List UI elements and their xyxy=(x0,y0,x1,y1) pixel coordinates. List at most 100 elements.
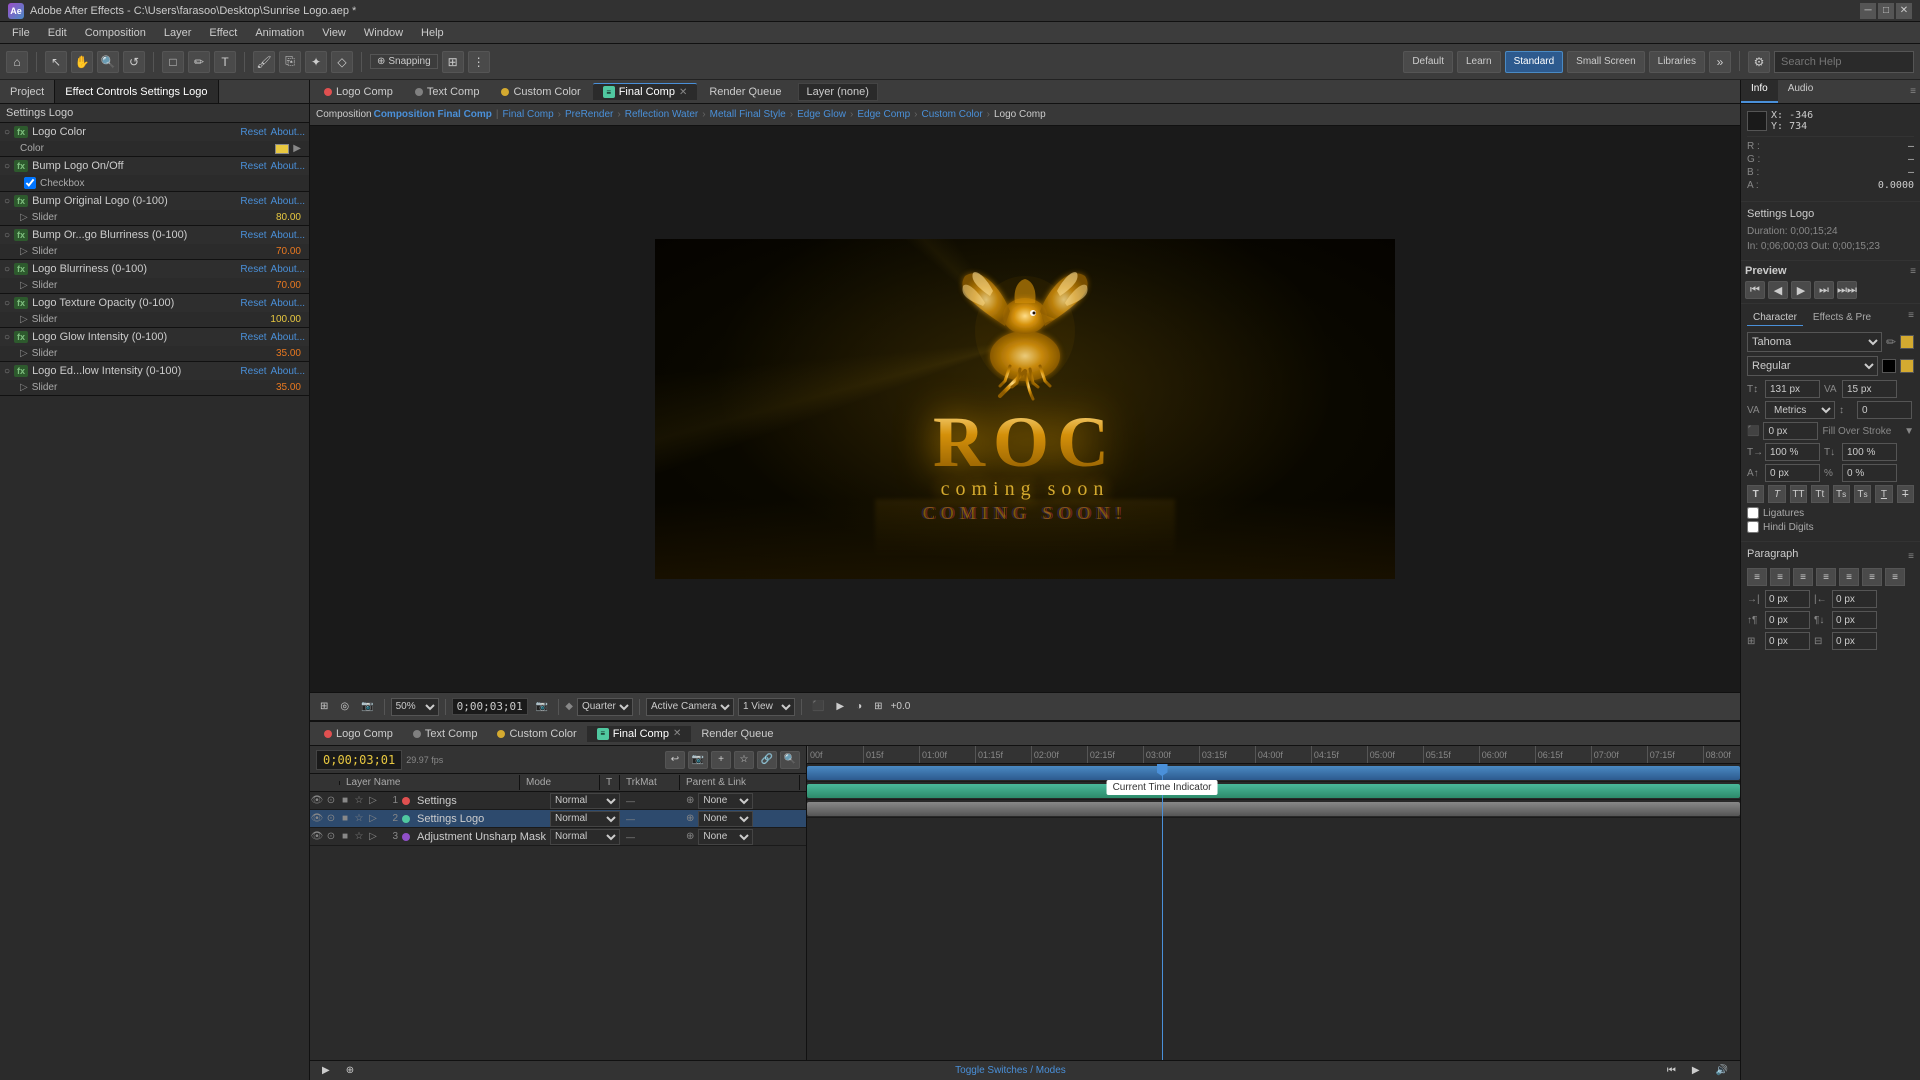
font-select[interactable]: Tahoma xyxy=(1747,332,1882,352)
pen-tool[interactable]: ✏ xyxy=(188,51,210,73)
time-indicator[interactable]: Current Time Indicator xyxy=(1162,764,1163,1060)
expand-icon[interactable]: ▷ xyxy=(20,280,28,291)
align-icon1[interactable]: ⊞ xyxy=(442,51,464,73)
indent-right-input[interactable] xyxy=(1832,590,1877,608)
effect-about-btn[interactable]: About... xyxy=(271,196,305,207)
mode-select-3[interactable]: Normal xyxy=(550,829,620,845)
breadcrumb-logo-comp[interactable]: Logo Comp xyxy=(994,109,1046,120)
comp-tool-screen[interactable]: ⊞ xyxy=(870,699,886,714)
font-edit-icon[interactable]: ✏ xyxy=(1886,335,1896,349)
effect-about-btn[interactable]: About... xyxy=(271,127,305,138)
para-align-justify-all[interactable]: ≡ xyxy=(1885,568,1905,586)
effect-vis-icon[interactable]: ○ xyxy=(4,298,10,309)
layer-lock-2[interactable]: ⊙ xyxy=(324,813,338,824)
tl-layer-1[interactable]: 👁 ⊙ ■ ☆ ▷ 1 Settings Normal xyxy=(310,792,806,810)
space-before-input[interactable] xyxy=(1765,611,1810,629)
char-tab-character[interactable]: Character xyxy=(1747,310,1803,326)
snap-input[interactable] xyxy=(1765,632,1810,650)
comp-tool-snap[interactable]: ◎ xyxy=(336,699,353,714)
char-va-input[interactable] xyxy=(1857,401,1912,419)
effect-vis-icon[interactable]: ○ xyxy=(4,196,10,207)
snapping-toggle[interactable]: ⊕ Snapping xyxy=(370,54,438,69)
workspace-small-screen[interactable]: Small Screen xyxy=(1567,51,1644,73)
effect-vis-icon[interactable]: ○ xyxy=(4,161,10,172)
layer-lock-3[interactable]: ⊙ xyxy=(324,831,338,842)
fill-input[interactable] xyxy=(1763,422,1818,440)
minimize-btn[interactable]: ─ xyxy=(1860,3,1876,19)
char-baseline-input[interactable] xyxy=(1765,464,1820,482)
para-align-justify-right[interactable]: ≡ xyxy=(1862,568,1882,586)
puppet-tool[interactable]: ✦ xyxy=(305,51,327,73)
tl-layer-2[interactable]: 👁 ⊙ ■ ☆ ▷ 2 Settings Logo Normal xyxy=(310,810,806,828)
timecode-display[interactable]: 0;00;03;01 xyxy=(452,698,528,715)
comp-tab-final[interactable]: ≡ Final Comp ✕ xyxy=(593,83,698,100)
comp-tool-alpha[interactable]: ◑ xyxy=(852,699,866,714)
effect-vis-icon[interactable]: ○ xyxy=(4,264,10,275)
parent-select-3[interactable]: None xyxy=(698,829,753,845)
effect-about-btn[interactable]: About... xyxy=(271,298,305,309)
effect-reset-btn[interactable]: Reset xyxy=(240,298,266,309)
char-tsume-input[interactable] xyxy=(1842,464,1897,482)
fmt-btn-caps-small[interactable]: Tt xyxy=(1811,485,1828,503)
para-menu-icon[interactable]: ≡ xyxy=(1908,551,1914,562)
preview-first-btn[interactable]: ⏮ xyxy=(1745,281,1765,299)
effect-reset-btn[interactable]: Reset xyxy=(240,366,266,377)
shape-tool[interactable]: ◇ xyxy=(331,51,353,73)
mode-select-1[interactable]: Normal xyxy=(550,793,620,809)
bump-checkbox[interactable] xyxy=(24,177,36,189)
rect-tool[interactable]: □ xyxy=(162,51,184,73)
breadcrumb-final-comp[interactable]: Final Comp xyxy=(503,109,554,120)
fmt-btn-sub[interactable]: Ts xyxy=(1854,485,1871,503)
menu-effect[interactable]: Effect xyxy=(201,25,245,41)
preview-back-btn[interactable]: ◀ xyxy=(1768,281,1788,299)
menu-file[interactable]: File xyxy=(4,25,38,41)
maximize-btn[interactable]: □ xyxy=(1878,3,1894,19)
comp-tool-save-frame[interactable]: 📷 xyxy=(357,699,377,714)
home-tool[interactable]: ⌂ xyxy=(6,51,28,73)
tl-status-icon2[interactable]: ⊕ xyxy=(342,1063,358,1078)
effect-about-btn[interactable]: About... xyxy=(271,332,305,343)
breadcrumb-edge-glow[interactable]: Edge Glow xyxy=(797,109,846,120)
expand-icon[interactable]: ▷ xyxy=(20,314,28,325)
tl-status-icon1[interactable]: ▶ xyxy=(318,1063,334,1078)
arrow-tool[interactable]: ↖ xyxy=(45,51,67,73)
menu-edit[interactable]: Edit xyxy=(40,25,75,41)
comp-tab-render[interactable]: Render Queue xyxy=(699,84,791,100)
prop-value[interactable]: 100.00 xyxy=(270,314,301,325)
layer-vis-2[interactable]: 👁 xyxy=(310,813,324,824)
para-align-justify-center[interactable]: ≡ xyxy=(1839,568,1859,586)
indent-left-input[interactable] xyxy=(1765,590,1810,608)
menu-window[interactable]: Window xyxy=(356,25,411,41)
rotate-tool[interactable]: ↺ xyxy=(123,51,145,73)
layer-vis-1[interactable]: 👁 xyxy=(310,795,324,806)
layer-mode-1[interactable]: Normal xyxy=(546,793,626,809)
search-input[interactable] xyxy=(1774,51,1914,73)
layer-solo-3[interactable]: ☆ xyxy=(352,831,366,842)
effect-reset-btn[interactable]: Reset xyxy=(240,264,266,275)
font-color-swatch[interactable] xyxy=(1900,335,1914,349)
comp-camera-icon[interactable]: 📷 xyxy=(532,699,552,714)
tl-btn-home[interactable]: ↩ xyxy=(665,751,685,769)
tl-tab-logo[interactable]: Logo Comp xyxy=(314,726,403,742)
tl-close-icon[interactable]: ✕ xyxy=(673,728,681,739)
view-layout-select[interactable]: 1 View 2 Views 4 Views xyxy=(738,698,795,716)
preview-menu-icon[interactable]: ≡ xyxy=(1910,266,1916,277)
breadcrumb-prerender[interactable]: PreRender xyxy=(565,109,613,120)
fmt-btn-strike[interactable]: T xyxy=(1897,485,1914,503)
close-btn[interactable]: ✕ xyxy=(1896,3,1912,19)
tl-btn-camera[interactable]: 📷 xyxy=(688,751,708,769)
color-arrow[interactable]: ▶ xyxy=(293,143,301,154)
layer-expand-1[interactable]: ▷ xyxy=(366,795,380,806)
workspace-standard[interactable]: Standard xyxy=(1505,51,1564,73)
comp-tab-text[interactable]: Text Comp xyxy=(405,84,490,100)
tl-tab-custom[interactable]: Custom Color xyxy=(487,726,586,742)
right-tab-info[interactable]: Info xyxy=(1741,80,1778,103)
comp-tab-logo[interactable]: Logo Comp xyxy=(314,84,403,100)
expand-icon[interactable]: ▷ xyxy=(20,212,28,223)
tl-status-icon5[interactable]: 🔊 xyxy=(1712,1063,1732,1078)
tl-timecode[interactable]: 0;00;03;01 xyxy=(316,750,402,770)
workspace-more-icon[interactable]: » xyxy=(1709,51,1731,73)
close-tab-icon[interactable]: ✕ xyxy=(679,87,687,98)
menu-view[interactable]: View xyxy=(314,25,354,41)
menu-help[interactable]: Help xyxy=(413,25,452,41)
